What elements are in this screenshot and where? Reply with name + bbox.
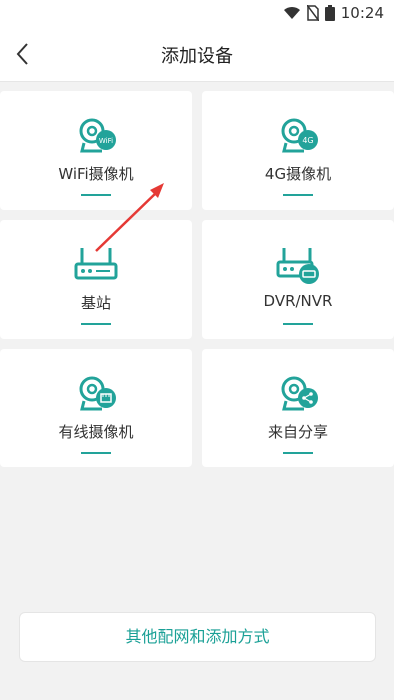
status-time: 10:24 (340, 4, 384, 22)
share-camera-icon (281, 376, 318, 411)
card-label: 基站 (80, 294, 111, 312)
other-add-methods-button[interactable]: 其他配网和添加方式 (19, 612, 376, 662)
card-label: 4G摄像机 (264, 165, 332, 183)
page-title: 添加设备 (161, 46, 233, 67)
card-underline (81, 452, 111, 454)
card-underline (81, 323, 111, 325)
card-underline (283, 452, 313, 454)
no-sim-icon (306, 5, 319, 21)
card-label: DVR/NVR (263, 292, 333, 310)
svg-text:4G: 4G (302, 136, 313, 145)
card-wired-camera[interactable]: 有线摄像机 (0, 349, 192, 467)
card-wifi-camera[interactable]: WiFi WiFi摄像机 (0, 91, 192, 210)
card-dvr-nvr[interactable]: DVR/NVR (202, 220, 394, 339)
header-bar: 添加设备 (0, 28, 394, 82)
wifi-signal-icon (283, 6, 300, 19)
svg-text:WiFi: WiFi (99, 137, 113, 145)
card-label: 有线摄像机 (58, 423, 134, 441)
base-station-icon (74, 248, 118, 280)
wifi-camera-icon: WiFi (79, 118, 116, 153)
card-4g-camera[interactable]: 4G 4G摄像机 (202, 91, 394, 210)
card-underline (283, 194, 313, 196)
card-underline (283, 323, 313, 325)
card-label: WiFi摄像机 (58, 165, 134, 183)
status-bar: 10:24 (0, 0, 394, 28)
card-base-station[interactable]: 基站 (0, 220, 192, 339)
card-label: 来自分享 (267, 423, 328, 441)
4g-camera-icon: 4G (281, 118, 318, 153)
card-underline (81, 194, 111, 196)
status-icons: 10:24 (283, 4, 384, 22)
card-from-share[interactable]: 来自分享 (202, 349, 394, 467)
dvr-nvr-icon (276, 248, 319, 284)
battery-icon (324, 5, 335, 21)
wired-camera-icon (79, 376, 116, 411)
